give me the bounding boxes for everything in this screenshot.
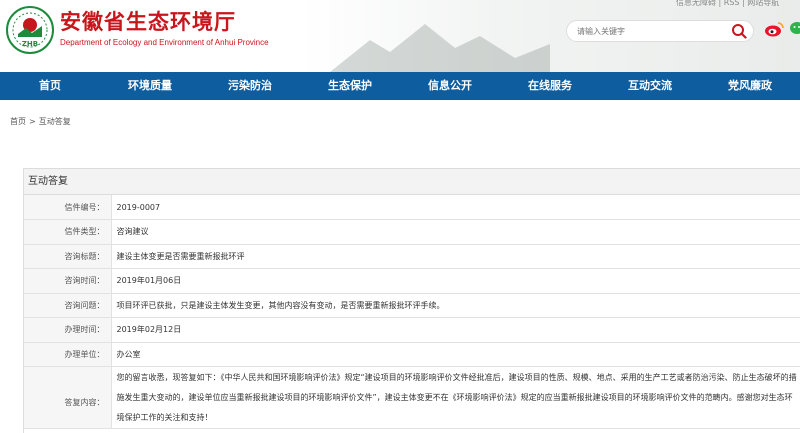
site-header: ZHB 安徽省生态环境厅 Department of Ecology and E…	[0, 0, 800, 72]
table-row: 答复内容： 您的留言收悉，现答复如下：《中华人民共和国环境影响评价法》规定“建设…	[24, 366, 800, 429]
nav-interaction[interactable]: 互动交流	[600, 72, 700, 100]
handling-unit-value: 办公室	[111, 342, 800, 367]
site-title[interactable]: 安徽省生态环境厅	[60, 6, 236, 36]
handling-time-label: 办理时间：	[24, 317, 112, 343]
letter-number-label: 信件编号：	[24, 195, 112, 220]
nav-party-integrity[interactable]: 党风廉政	[700, 72, 800, 100]
nav-online-services[interactable]: 在线服务	[500, 72, 600, 100]
table-row: 咨询标题： 建设主体变更是否需要重新报批环评	[24, 244, 800, 269]
top-links[interactable]: 信息无障碍 | RSS | 网站导航	[676, 0, 779, 8]
breadcrumb-current[interactable]: 互动答复	[39, 117, 71, 126]
letter-type-value: 咨询建议	[111, 219, 800, 245]
main-nav: 首页 环境质量 污染防治 生态保护 信息公开 在线服务 互动交流 党风廉政	[0, 72, 800, 100]
inquiry-question-label: 咨询问题：	[24, 293, 112, 318]
table-row: 咨询时间： 2019年01月06日	[24, 268, 800, 294]
reply-table: 信件编号： 2019-0007 信件类型： 咨询建议 咨询标题： 建设主体变更是…	[24, 195, 800, 429]
table-row: 办理时间： 2019年02月12日	[24, 317, 800, 343]
letter-type-label: 信件类型：	[24, 219, 112, 245]
nav-ecological-protection[interactable]: 生态保护	[300, 72, 400, 100]
table-row: 信件类型： 咨询建议	[24, 219, 800, 245]
nav-pollution-control[interactable]: 污染防治	[200, 72, 300, 100]
inquiry-question-value: 项目环评已获批，只是建设主体发生变更，其他内容没有变动，是否需要重新报批环评手续…	[111, 293, 800, 318]
reply-content-value: 您的留言收悉，现答复如下：《中华人民共和国环境影响评价法》规定“建设项目的环境影…	[111, 366, 800, 429]
logo-text: ZHB	[22, 40, 38, 48]
mountain-decoration	[330, 24, 550, 72]
site-subtitle: Department of Ecology and Environment of…	[60, 38, 269, 47]
breadcrumb: 首页 > 互动答复	[10, 116, 71, 127]
logo-emblem[interactable]: ZHB	[6, 6, 54, 54]
reply-content-label: 答复内容：	[24, 366, 112, 429]
weibo-icon[interactable]	[764, 20, 784, 38]
nav-home[interactable]: 首页	[0, 72, 100, 100]
search-icon[interactable]	[731, 23, 747, 39]
inquiry-time-label: 咨询时间：	[24, 268, 112, 294]
table-row: 信件编号： 2019-0007	[24, 195, 800, 220]
table-row: 咨询问题： 项目环评已获批，只是建设主体发生变更，其他内容没有变动，是否需要重新…	[24, 293, 800, 318]
search-input[interactable]	[577, 24, 717, 39]
wechat-icon[interactable]	[789, 20, 800, 38]
breadcrumb-home[interactable]: 首页	[10, 117, 26, 126]
breadcrumb-separator: >	[29, 117, 36, 126]
panel-title: 互动答复	[24, 169, 800, 195]
handling-time-value: 2019年02月12日	[111, 317, 800, 343]
inquiry-title-label: 咨询标题：	[24, 244, 112, 269]
inquiry-time-value: 2019年01月06日	[111, 268, 800, 294]
table-row: 办理单位： 办公室	[24, 342, 800, 367]
inquiry-title-value: 建设主体变更是否需要重新报批环评	[111, 244, 800, 269]
nav-information-disclosure[interactable]: 信息公开	[400, 72, 500, 100]
search-box	[566, 20, 754, 42]
handling-unit-label: 办理单位：	[24, 342, 112, 367]
nav-environment-quality[interactable]: 环境质量	[100, 72, 200, 100]
reply-panel: 互动答复 信件编号： 2019-0007 信件类型： 咨询建议 咨询标题： 建设…	[23, 168, 800, 433]
letter-number-value: 2019-0007	[111, 195, 800, 220]
